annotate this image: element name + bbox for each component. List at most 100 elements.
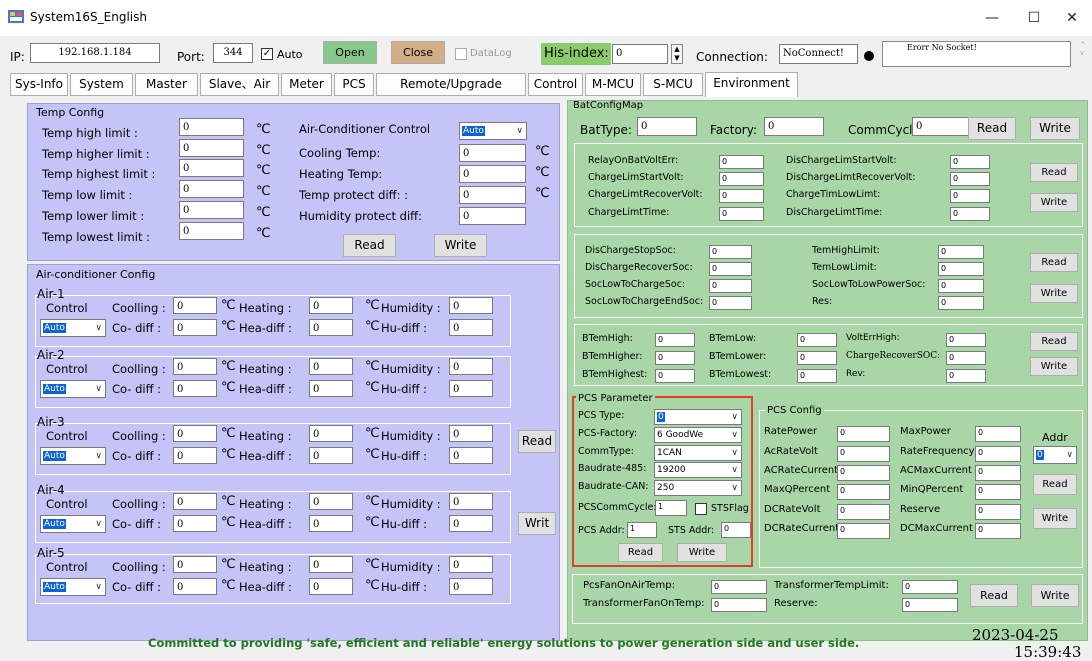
cooling-input[interactable]: 0 bbox=[173, 358, 217, 375]
open-button[interactable]: Open bbox=[323, 41, 377, 64]
soc-param-input[interactable]: 0 bbox=[938, 245, 984, 259]
btem-input[interactable]: 0 bbox=[797, 351, 837, 365]
temp-setting-input[interactable]: 0 bbox=[459, 207, 526, 225]
fan-write-button[interactable]: Write bbox=[1031, 584, 1079, 607]
pcscfg-input[interactable]: 0 bbox=[837, 504, 890, 520]
bat-read-button[interactable]: Read bbox=[968, 117, 1016, 140]
temp-limit-input[interactable]: 0 bbox=[179, 222, 244, 240]
btem-input[interactable]: 0 bbox=[946, 369, 986, 383]
g1-write-button[interactable]: Write bbox=[1030, 193, 1078, 212]
hisindex-spinner[interactable]: ▲ ▼ bbox=[671, 44, 683, 64]
pcs-cycle-input[interactable]: 1 bbox=[655, 500, 687, 516]
air-control-select[interactable]: Auto ∨ bbox=[40, 447, 106, 465]
temp-setting-input[interactable]: 0 bbox=[459, 144, 526, 162]
soc-param-input[interactable]: 0 bbox=[938, 279, 984, 293]
tab-m-mcu[interactable]: M-MCU bbox=[585, 73, 641, 96]
codiff-input[interactable]: 0 bbox=[173, 319, 217, 336]
tab-meter[interactable]: Meter bbox=[281, 73, 332, 96]
hisindex-input[interactable]: 0 bbox=[612, 44, 668, 64]
temp-setting-input[interactable]: 0 bbox=[459, 165, 526, 183]
pcscfg-input[interactable]: 0 bbox=[837, 465, 890, 481]
pcs-param-select[interactable]: 0 ∨ bbox=[654, 409, 742, 425]
pcscfg-read-button[interactable]: Read bbox=[1033, 474, 1077, 495]
temp-read-button[interactable]: Read bbox=[343, 234, 396, 257]
pcscfg-write-button[interactable]: Write bbox=[1033, 508, 1077, 529]
auto-checkbox[interactable]: ✓ bbox=[261, 48, 273, 60]
g2-write-button[interactable]: Write bbox=[1030, 284, 1078, 303]
pcscfg-input[interactable]: 0 bbox=[975, 504, 1021, 520]
tab-pcs[interactable]: PCS bbox=[334, 73, 374, 96]
ac-control-select[interactable]: Auto ∨ bbox=[459, 122, 527, 140]
tab-environment[interactable]: Environment bbox=[705, 72, 798, 97]
pcs-read-button[interactable]: Read bbox=[618, 543, 663, 562]
bat-param-input[interactable]: 0 bbox=[719, 155, 764, 169]
soc-param-input[interactable]: 0 bbox=[938, 262, 984, 276]
humidity-input[interactable]: 0 bbox=[449, 358, 493, 375]
pcscfg-input[interactable]: 0 bbox=[975, 446, 1021, 462]
air-control-select[interactable]: Auto ∨ bbox=[40, 319, 106, 337]
fan-input[interactable]: 0 bbox=[902, 580, 958, 594]
hudiff-input[interactable]: 0 bbox=[449, 578, 493, 595]
soc-param-input[interactable]: 0 bbox=[709, 279, 752, 293]
commcycle-input[interactable]: 0 bbox=[912, 117, 972, 136]
headiff-input[interactable]: 0 bbox=[309, 380, 353, 397]
tab-control[interactable]: Control bbox=[528, 73, 583, 96]
cooling-input[interactable]: 0 bbox=[173, 556, 217, 573]
temp-limit-input[interactable]: 0 bbox=[179, 180, 244, 198]
bat-param-input[interactable]: 0 bbox=[950, 155, 990, 169]
temp-limit-input[interactable]: 0 bbox=[179, 139, 244, 157]
close-window-button[interactable]: ✕ bbox=[1062, 8, 1082, 28]
temp-limit-input[interactable]: 0 bbox=[179, 201, 244, 219]
tab-remote-upgrade[interactable]: Remote/Upgrade bbox=[376, 73, 526, 96]
headiff-input[interactable]: 0 bbox=[309, 447, 353, 464]
pcs-addr-input[interactable]: 1 bbox=[627, 522, 657, 538]
pcscfg-input[interactable]: 0 bbox=[837, 523, 890, 539]
btem-input[interactable]: 0 bbox=[655, 333, 695, 347]
fan-input[interactable]: 0 bbox=[711, 598, 767, 612]
tab-sys-info[interactable]: Sys-Info bbox=[10, 73, 68, 96]
headiff-input[interactable]: 0 bbox=[309, 578, 353, 595]
temp-limit-input[interactable]: 0 bbox=[179, 159, 244, 177]
heating-input[interactable]: 0 bbox=[309, 297, 353, 314]
cooling-input[interactable]: 0 bbox=[173, 493, 217, 510]
pcscfg-input[interactable]: 0 bbox=[975, 465, 1021, 481]
cooling-input[interactable]: 0 bbox=[173, 425, 217, 442]
codiff-input[interactable]: 0 bbox=[173, 578, 217, 595]
pcs-param-select[interactable]: 250 ∨ bbox=[654, 480, 742, 496]
codiff-input[interactable]: 0 bbox=[173, 515, 217, 532]
bat-param-input[interactable]: 0 bbox=[950, 207, 990, 221]
cooling-input[interactable]: 0 bbox=[173, 297, 217, 314]
soc-param-input[interactable]: 0 bbox=[709, 245, 752, 259]
headiff-input[interactable]: 0 bbox=[309, 319, 353, 336]
fan-read-button[interactable]: Read bbox=[970, 584, 1018, 607]
factory-input[interactable]: 0 bbox=[764, 117, 824, 136]
hudiff-input[interactable]: 0 bbox=[449, 515, 493, 532]
pcscfg-input[interactable]: 0 bbox=[975, 523, 1021, 539]
minimize-button[interactable]: — bbox=[982, 8, 1002, 28]
pcscfg-input[interactable]: 0 bbox=[837, 426, 890, 442]
temp-setting-input[interactable]: 0 bbox=[459, 186, 526, 204]
codiff-input[interactable]: 0 bbox=[173, 380, 217, 397]
pcscfg-input[interactable]: 0 bbox=[975, 484, 1021, 500]
btem-input[interactable]: 0 bbox=[655, 351, 695, 365]
tab-system[interactable]: System bbox=[70, 73, 133, 96]
humidity-input[interactable]: 0 bbox=[449, 425, 493, 442]
btem-input[interactable]: 0 bbox=[797, 333, 837, 347]
bat-param-input[interactable]: 0 bbox=[719, 189, 764, 203]
bat-param-input[interactable]: 0 bbox=[719, 207, 764, 221]
port-input[interactable]: 344 bbox=[213, 43, 253, 63]
stsflag-checkbox[interactable] bbox=[695, 503, 707, 515]
air-read-button[interactable]: Read bbox=[518, 430, 556, 453]
g3-read-button[interactable]: Read bbox=[1030, 332, 1078, 351]
temp-limit-input[interactable]: 0 bbox=[179, 118, 244, 136]
soc-param-input[interactable]: 0 bbox=[938, 296, 984, 310]
air-write-button[interactable]: Writ bbox=[518, 512, 556, 535]
tab-master[interactable]: Master bbox=[135, 73, 198, 96]
fan-input[interactable]: 0 bbox=[902, 598, 958, 612]
air-control-select[interactable]: Auto ∨ bbox=[40, 578, 106, 596]
codiff-input[interactable]: 0 bbox=[173, 447, 217, 464]
pcs-param-select[interactable]: 19200 ∨ bbox=[654, 462, 742, 478]
air-control-select[interactable]: Auto ∨ bbox=[40, 515, 106, 533]
g1-read-button[interactable]: Read bbox=[1030, 163, 1078, 182]
close-button[interactable]: Close bbox=[391, 41, 445, 64]
